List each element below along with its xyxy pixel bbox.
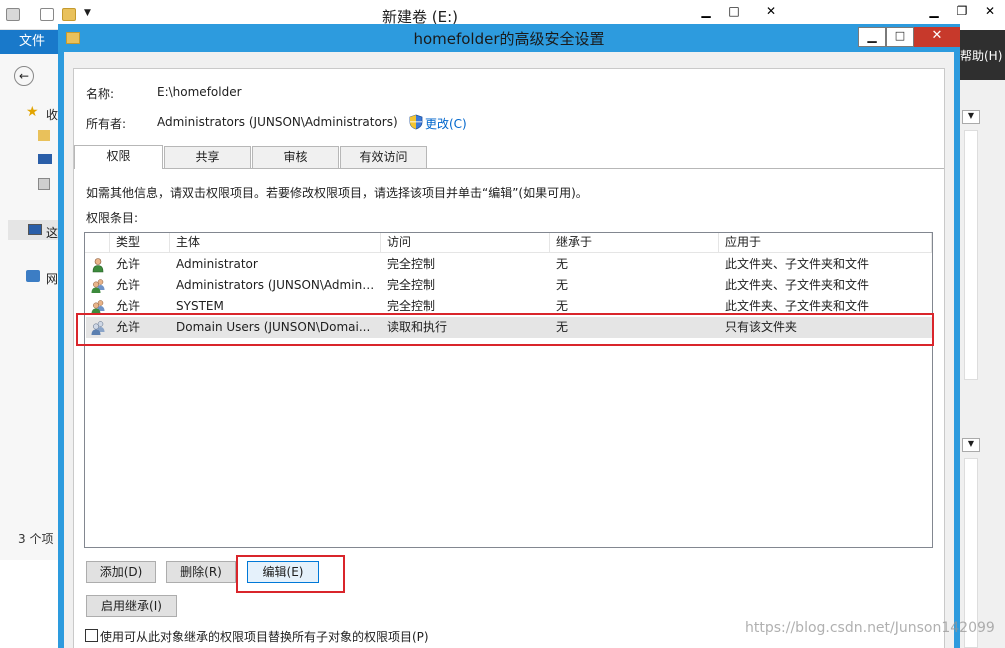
column-header-access[interactable]: 访问: [381, 233, 550, 253]
row-type: 允许: [116, 257, 141, 271]
right-minimize-button[interactable]: ▁: [920, 0, 948, 24]
name-label: 名称:: [86, 87, 115, 101]
permission-entries-list[interactable]: 类型 主体 访问 继承于 应用于 允许 Administrator 完全控制 无…: [84, 232, 933, 548]
column-header-applies-to[interactable]: 应用于: [719, 233, 932, 253]
tab-permissions[interactable]: 权限: [74, 145, 163, 169]
dropdown-icon[interactable]: ▼: [962, 438, 980, 452]
scrollbar[interactable]: [964, 130, 978, 380]
row-access: 完全控制: [387, 278, 436, 292]
row-applies-to: 此文件夹、子文件夹和文件: [725, 257, 870, 271]
right-window-body: ▼ ▼: [958, 80, 1005, 648]
row-principal: Administrators (JUNSON\Admini...: [176, 278, 376, 292]
enable-inheritance-button[interactable]: 启用继承(I): [86, 595, 177, 617]
help-menu[interactable]: 帮助(H): [960, 47, 1002, 64]
folder-icon: [38, 130, 50, 141]
back-icon[interactable]: ←: [14, 66, 34, 86]
explorer-navigation-pane: ← ★ 收 这 网: [0, 54, 60, 560]
column-header-icon[interactable]: [85, 233, 110, 253]
dialog-title: homefolder的高级安全设置: [413, 30, 605, 48]
table-row[interactable]: 允许 Administrators (JUNSON\Admini... 完全控制…: [86, 275, 932, 296]
explorer-maximize-button[interactable]: □: [720, 0, 748, 24]
info-text: 如需其他信息，请双击权限项目。若要修改权限项目，请选择该项目并单击“编辑”(如果…: [86, 186, 588, 200]
annotation-highlight-box: [236, 555, 345, 593]
owner-value: Administrators (JUNSON\Administrators): [157, 115, 398, 129]
group-icon: [91, 279, 105, 293]
explorer-minimize-button[interactable]: ▁: [692, 0, 720, 24]
row-principal: Administrator: [176, 257, 258, 271]
star-icon: ★: [26, 104, 39, 120]
drive-icon[interactable]: [6, 8, 20, 21]
change-owner-link[interactable]: 更改(C): [425, 115, 467, 132]
file-menu-tab[interactable]: 文件: [8, 30, 56, 54]
row-type: 允许: [116, 278, 141, 292]
entries-label: 权限条目:: [86, 211, 139, 225]
explorer-status-bar: 3 个项: [18, 532, 54, 546]
desktop-icon: [38, 154, 52, 164]
uac-shield-icon: [409, 114, 423, 130]
row-access: 完全控制: [387, 257, 436, 271]
row-inherited-from: 无: [556, 278, 569, 292]
dropdown-icon[interactable]: ▼: [962, 110, 980, 124]
replace-child-permissions-checkbox[interactable]: [85, 629, 98, 642]
tab-share[interactable]: 共享: [164, 146, 251, 168]
column-header-type[interactable]: 类型: [110, 233, 170, 253]
explorer-close-button[interactable]: ✕: [748, 0, 794, 24]
column-header-inherited-from[interactable]: 继承于: [550, 233, 719, 253]
right-restore-button[interactable]: ❐: [948, 0, 976, 24]
column-header-principal[interactable]: 主体: [170, 233, 381, 253]
new-folder-icon[interactable]: [62, 8, 76, 21]
recent-icon: [38, 178, 50, 190]
tab-effective-access[interactable]: 有效访问: [340, 146, 427, 168]
network-icon: [26, 270, 40, 282]
row-inherited-from: 无: [556, 257, 569, 271]
annotation-highlight-box: [76, 313, 934, 346]
computer-icon: [28, 224, 42, 235]
name-value: E:\homefolder: [157, 85, 242, 99]
add-button[interactable]: 添加(D): [86, 561, 156, 583]
table-row[interactable]: 允许 Administrator 完全控制 无 此文件夹、子文件夹和文件: [86, 254, 932, 275]
user-icon: [92, 258, 104, 273]
nav-item-favorites[interactable]: 收: [46, 106, 58, 123]
nav-item-network[interactable]: 网: [46, 270, 58, 287]
replace-child-permissions-label: 使用可从此对象继承的权限项目替换所有子对象的权限项目(P): [100, 630, 429, 644]
owner-label: 所有者:: [86, 117, 127, 131]
dialog-maximize-button[interactable]: □: [886, 27, 914, 47]
dialog-close-button[interactable]: ✕: [914, 27, 960, 47]
qat-dropdown-icon[interactable]: ▼: [84, 8, 91, 18]
right-close-button[interactable]: ✕: [976, 0, 1004, 24]
properties-icon[interactable]: [40, 8, 54, 21]
nav-item-this-pc[interactable]: 这: [46, 224, 58, 241]
dialog-minimize-button[interactable]: ▁: [858, 27, 886, 47]
remove-button[interactable]: 删除(R): [166, 561, 236, 583]
watermark: https://blog.csdn.net/Junson142099: [745, 620, 995, 636]
tab-auditing[interactable]: 审核: [252, 146, 339, 168]
row-applies-to: 此文件夹、子文件夹和文件: [725, 278, 870, 292]
